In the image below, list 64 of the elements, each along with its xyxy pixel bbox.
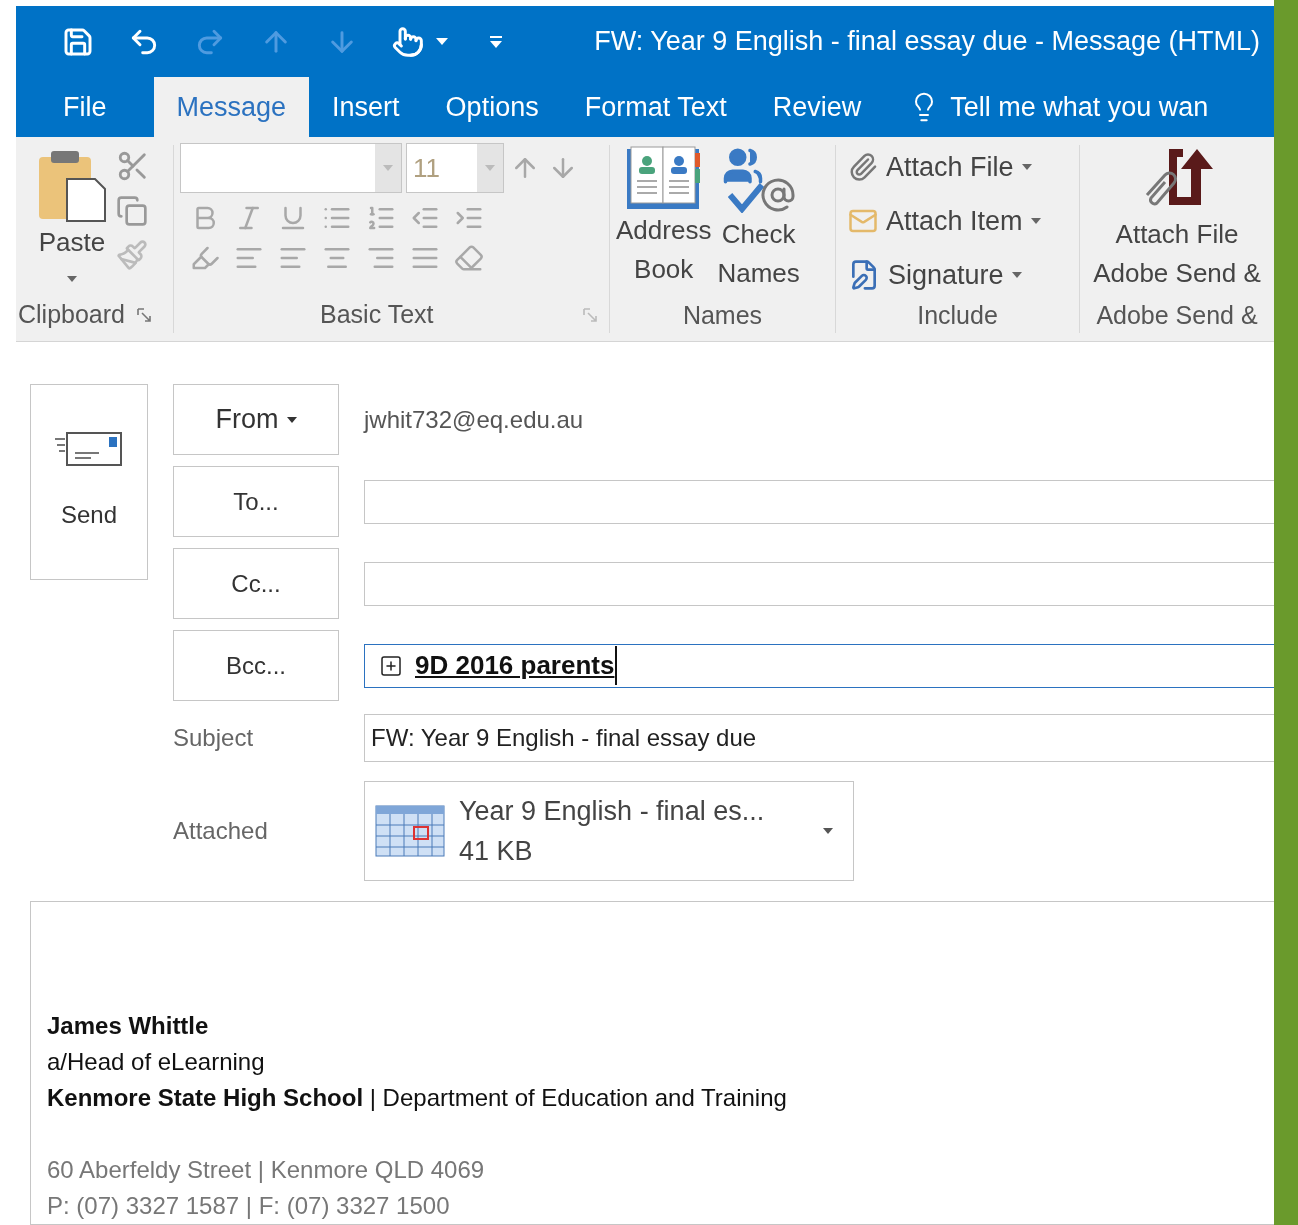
check-names-button[interactable]: Check Names [717,145,800,297]
ribbon-tab[interactable]: Message [153,77,310,137]
expand-icon[interactable] [379,653,403,678]
bcc-field[interactable]: 9D 2016 parents [364,643,1274,688]
caret-icon [485,165,495,171]
group-label: Clipboard [18,299,125,331]
recipient-group[interactable]: 9D 2016 parents [415,646,618,685]
attached-label: Attached [173,816,269,846]
attachment-name: Year 9 English - final es... [459,795,765,828]
include-menu-button[interactable]: Attach Item [848,199,1079,243]
format-painter-icon[interactable] [116,239,148,271]
dialog-launcher-icon[interactable] [137,308,151,322]
attachment-size: 41 KB [459,835,534,868]
envelope-icon [55,431,123,467]
font-name-field[interactable] [180,143,402,193]
signature-name: James Whittle [47,1011,210,1041]
from-button[interactable]: From [173,384,339,455]
window-title: FW: Year 9 English - final essay due - Message (HTML) [594,25,1260,59]
group-label: Include [916,300,999,331]
caret-icon [1011,272,1022,278]
ribbon-tab[interactable]: Review [749,77,885,137]
group-label: Adobe Send & [1096,300,1258,331]
group-label: Basic Text [320,299,434,331]
caret-icon [1030,218,1041,224]
ribbon-tab[interactable]: Insert [309,77,423,137]
include-menu-button[interactable]: Attach File [848,145,1079,189]
adobe-attach-button[interactable]: Attach File Adobe Send & [1093,145,1261,297]
caret-icon [67,276,77,282]
dialog-launcher-icon[interactable] [583,308,597,322]
bcc-button[interactable]: Bcc... [173,630,339,701]
cc-field[interactable] [364,561,1274,606]
signature-line: Kenmore State High School | Department of Education and Training [47,1083,788,1113]
subject-label: Subject [173,723,255,753]
signature-line: 60 Aberfeldy Street | Kenmore QLD 4069 [47,1155,486,1185]
signature-line: a/Head of eLearning [47,1047,266,1077]
from-address: jwhit732@eq.edu.au [364,404,584,435]
ribbon-tab[interactable]: File [16,77,154,137]
calendar-icon [375,805,445,857]
copy-icon[interactable] [116,195,148,227]
paperclip-icon [848,152,878,182]
ribbon-tab[interactable]: Format Text [561,77,750,137]
clipboard-icon [37,149,107,223]
to-button[interactable]: To... [173,466,339,537]
cc-button[interactable]: Cc... [173,548,339,619]
caret-icon [286,416,297,423]
ribbon-tab[interactable]: Options [422,77,562,137]
customize-icon [490,35,502,48]
touch-icon[interactable] [392,25,448,58]
message-body[interactable]: James Whittle a/Head of eLearning Kenmore State High School | Department of Education and Training 60 Aberfeldy Street | Kenmore QLD 4069 P: (07) 3327 1587 | F: (07) 3327 1500 [30,901,1274,1225]
to-field[interactable] [364,479,1274,524]
caret-icon [436,38,448,45]
group-label: Names [681,300,764,331]
caret-icon [1021,164,1032,170]
address-book-icon [624,145,703,211]
tell-me-field[interactable]: Tell me what you wan [908,77,1209,137]
caret-icon [383,165,393,171]
attachment-card[interactable]: Year 9 English - final es... 41 KB [364,781,854,881]
send-button[interactable]: Send [30,384,148,580]
subject-field[interactable]: FW: Year 9 English - final essay due [364,714,1274,762]
include-menu-button[interactable]: Signature [848,253,1079,297]
caret-icon [823,828,833,834]
signature-line: P: (07) 3327 1587 | F: (07) 3327 1500 [47,1191,451,1221]
address-book-button[interactable]: Address Book [616,145,712,297]
paste-button[interactable]: Paste [34,149,110,297]
